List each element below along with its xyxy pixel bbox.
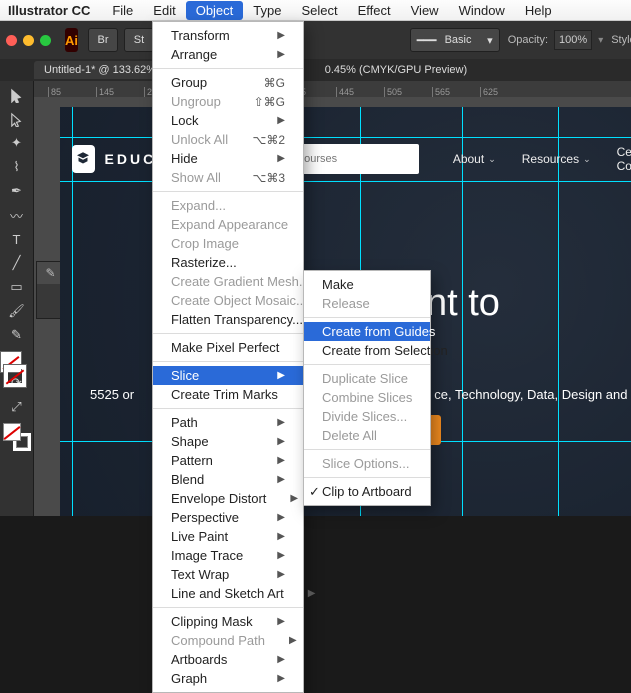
menu-item-ungroup: Ungroup⇧⌘G	[153, 92, 303, 111]
menu-item-transform[interactable]: Transform▶	[153, 26, 303, 45]
menu-item-make-pixel-perfect[interactable]: Make Pixel Perfect	[153, 338, 303, 357]
brand-text: EDUC	[105, 151, 157, 167]
menu-window[interactable]: Window	[449, 1, 515, 20]
menu-item-hide[interactable]: Hide▶	[153, 149, 303, 168]
menu-item-path[interactable]: Path▶	[153, 413, 303, 432]
menu-item-line-and-sketch-art[interactable]: Line and Sketch Art▶	[153, 584, 303, 603]
menu-help[interactable]: Help	[515, 1, 562, 20]
menu-item-rasterize[interactable]: Rasterize...	[153, 253, 303, 272]
menu-item-duplicate-slice: Duplicate Slice	[304, 369, 430, 388]
selection-tool-icon[interactable]	[0, 83, 34, 107]
menu-item-unlock-all: Unlock All⌥⌘2	[153, 130, 303, 149]
type-tool-icon[interactable]: T	[0, 227, 34, 251]
app-title: Illustrator CC	[8, 3, 90, 18]
menu-item-arrange[interactable]: Arrange▶	[153, 45, 303, 64]
menu-item-combine-slices: Combine Slices	[304, 388, 430, 407]
document-tabbar: Untitled-1* @ 133.62% (C 0.45% (CMYK/GPU…	[0, 59, 631, 81]
menu-item-perspective[interactable]: Perspective▶	[153, 508, 303, 527]
chevron-down-icon: ⌄	[583, 154, 591, 165]
illustrator-control-bar: Ai Br St ▦ ▾ Strok ━━━ Basic ▾ Opacity: …	[0, 21, 631, 59]
nav-links: About⌄ Resources⌄ Certification Course	[453, 145, 631, 173]
shaper-tool-icon[interactable]: ✎	[0, 323, 34, 347]
menu-item-clip-to-artboard[interactable]: Clip to Artboard✓	[304, 482, 430, 501]
menu-object[interactable]: Object	[186, 1, 244, 20]
stock-button[interactable]: St	[124, 28, 154, 52]
lasso-tool-icon[interactable]: ⌇	[0, 155, 34, 179]
window-controls[interactable]	[6, 35, 51, 46]
menu-item-expand: Expand...	[153, 196, 303, 215]
scale-tool-icon[interactable]: ⤢	[0, 395, 34, 419]
nav-about[interactable]: About⌄	[453, 145, 496, 173]
menu-effect[interactable]: Effect	[348, 1, 401, 20]
object-menu: Transform▶Arrange▶ Group⌘GUngroup⇧⌘GLock▶…	[152, 21, 304, 693]
direct-selection-tool-icon[interactable]	[0, 107, 34, 131]
opacity-label: Opacity:	[508, 34, 548, 46]
menu-file[interactable]: File	[102, 1, 143, 20]
zoom-window-icon[interactable]	[40, 35, 51, 46]
menu-item-create-from-selection[interactable]: Create from Selection	[304, 341, 430, 360]
menu-item-blend[interactable]: Blend▶	[153, 470, 303, 489]
curvature-tool-icon[interactable]: 〰	[0, 203, 34, 227]
menu-item-lock[interactable]: Lock▶	[153, 111, 303, 130]
close-window-icon[interactable]	[6, 35, 17, 46]
minimize-window-icon[interactable]	[23, 35, 34, 46]
brush-basic-dropdown[interactable]: ━━━ Basic ▾	[410, 28, 500, 52]
menu-item-envelope-distort[interactable]: Envelope Distort▶	[153, 489, 303, 508]
menu-item-create-gradient-mesh: Create Gradient Mesh...	[153, 272, 303, 291]
pen-tool-icon[interactable]: ✒	[0, 179, 34, 203]
illustrator-logo-icon: Ai	[65, 28, 78, 52]
macos-menubar: Illustrator CC FileEditObjectTypeSelectE…	[0, 0, 631, 21]
chevron-down-icon: ⌄	[488, 154, 496, 165]
menu-item-release: Release	[304, 294, 430, 313]
menu-item-expand-appearance: Expand Appearance	[153, 215, 303, 234]
menu-item-flatten-transparency[interactable]: Flatten Transparency...	[153, 310, 303, 329]
menu-item-shape[interactable]: Shape▶	[153, 432, 303, 451]
line-tool-icon[interactable]: ╱	[0, 251, 34, 275]
menu-item-slice-options: Slice Options...	[304, 454, 430, 473]
menu-edit[interactable]: Edit	[143, 1, 185, 20]
nav-resources[interactable]: Resources⌄	[522, 145, 591, 173]
menu-item-group[interactable]: Group⌘G	[153, 73, 303, 92]
tools-panel: ✦ ⌇ ✒ 〰 T ╱ ▭ 🖌 ✎ ◧ ⟳ ⤢	[0, 81, 34, 516]
menu-view[interactable]: View	[401, 1, 449, 20]
menu-item-show-all: Show All⌥⌘3	[153, 168, 303, 187]
magic-wand-tool-icon[interactable]: ✦	[0, 131, 34, 155]
document-tab-suffix: 0.45% (CMYK/GPU Preview)	[325, 64, 467, 76]
menu-item-create-object-mosaic: Create Object Mosaic...	[153, 291, 303, 310]
paintbrush-tool-icon[interactable]: 🖌	[0, 299, 34, 323]
menu-item-clipping-mask[interactable]: Clipping Mask▶	[153, 612, 303, 631]
chevron-down-icon[interactable]: ▾	[598, 35, 603, 46]
slice-submenu: MakeRelease Create from GuidesCreate from…	[303, 270, 431, 506]
menu-item-crop-image: Crop Image	[153, 234, 303, 253]
fill-stroke-swatches[interactable]	[3, 423, 31, 451]
rectangle-tool-icon[interactable]: ▭	[0, 275, 34, 299]
nav-certification[interactable]: Certification Course	[617, 145, 631, 173]
menu-item-image-trace[interactable]: Image Trace▶	[153, 546, 303, 565]
menu-item-create-from-guides[interactable]: Create from Guides	[304, 322, 430, 341]
menu-type[interactable]: Type	[243, 1, 291, 20]
menu-item-pattern[interactable]: Pattern▶	[153, 451, 303, 470]
menu-item-text-wrap[interactable]: Text Wrap▶	[153, 565, 303, 584]
opacity-input[interactable]: 100%	[554, 30, 592, 50]
menu-item-slice[interactable]: Slice▶	[153, 366, 303, 385]
style-label: Style:	[611, 34, 631, 46]
menu-item-graph[interactable]: Graph▶	[153, 669, 303, 688]
menu-item-delete-all: Delete All	[304, 426, 430, 445]
menu-item-compound-path: Compound Path▶	[153, 631, 303, 650]
menu-select[interactable]: Select	[291, 1, 347, 20]
swatch-overlay	[0, 351, 26, 395]
horizontal-ruler: 85145205265325385445505565625	[34, 81, 631, 97]
menu-item-artboards[interactable]: Artboards▶	[153, 650, 303, 669]
menu-item-create-trim-marks[interactable]: Create Trim Marks	[153, 385, 303, 404]
logo-icon	[72, 145, 95, 173]
guide-horizontal[interactable]	[60, 181, 631, 182]
menu-item-make[interactable]: Make	[304, 275, 430, 294]
website-header: EDUC Courses About⌄ Resources⌄ Certifica…	[60, 137, 631, 181]
bridge-button[interactable]: Br	[88, 28, 118, 52]
search-input[interactable]: Courses	[286, 144, 419, 174]
menu-item-live-paint[interactable]: Live Paint▶	[153, 527, 303, 546]
menu-item-divide-slices: Divide Slices...	[304, 407, 430, 426]
